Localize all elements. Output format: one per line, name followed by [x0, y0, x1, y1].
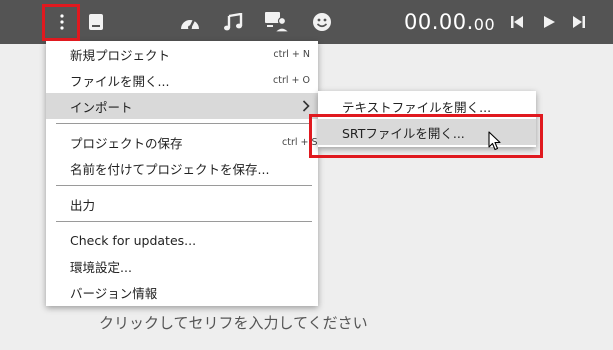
- highlight-box-srt: [309, 114, 543, 158]
- time-ms: 00: [473, 14, 496, 34]
- menu-item-label: バージョン情報: [70, 285, 158, 301]
- menu-item-label: 名前を付けてプロジェクトを保存...: [70, 161, 270, 177]
- menu-item-version[interactable]: バージョン情報: [46, 279, 318, 305]
- file-icon[interactable]: [86, 0, 106, 44]
- submenu-item-label: テキストファイルを開く...: [342, 99, 492, 115]
- menu-item-label: 新規プロジェクト: [70, 47, 171, 63]
- menu-item-label: 環境設定...: [70, 259, 132, 275]
- menu-item-output[interactable]: 出力: [46, 191, 318, 217]
- smiley-icon[interactable]: [311, 0, 333, 44]
- toolbar: 00.00. 00: [0, 0, 613, 44]
- main-menu: 新規プロジェクト ctrl + N ファイルを開く... ctrl + O イン…: [46, 41, 318, 306]
- menu-item-check-updates[interactable]: Check for updates...: [46, 227, 318, 253]
- menu-item-label: 出力: [70, 197, 96, 213]
- menu-divider: [56, 123, 312, 124]
- play-icon[interactable]: [540, 0, 558, 44]
- music-icon[interactable]: [221, 0, 245, 44]
- speedometer-icon[interactable]: [178, 0, 202, 44]
- menu-item-label: インポート: [70, 99, 133, 115]
- skip-forward-icon[interactable]: [570, 0, 588, 44]
- mouse-cursor-icon: [488, 131, 502, 155]
- shortcut-label: ctrl + N: [273, 48, 310, 60]
- dialogue-placeholder[interactable]: クリックしてセリフを入力してください: [99, 312, 368, 333]
- menu-item-label: プロジェクトの保存: [70, 135, 183, 151]
- chevron-right-icon: [302, 100, 310, 115]
- menu-item-save-as[interactable]: 名前を付けてプロジェクトを保存...: [46, 155, 318, 181]
- menu-item-label: ファイルを開く...: [70, 73, 170, 89]
- menu-item-new-project[interactable]: 新規プロジェクト ctrl + N: [46, 41, 318, 67]
- time-main: 00.00.: [404, 10, 474, 34]
- menu-item-save-project[interactable]: プロジェクトの保存 ctrl + S: [46, 129, 318, 155]
- menu-divider: [56, 221, 312, 222]
- time-display: 00.00. 00: [404, 0, 495, 44]
- menu-item-import[interactable]: インポート: [46, 93, 318, 119]
- highlight-box-menu: [42, 4, 80, 41]
- menu-item-label: Check for updates...: [70, 232, 197, 248]
- screen-user-icon[interactable]: [263, 0, 291, 44]
- shortcut-label: ctrl + O: [273, 74, 310, 86]
- skip-back-icon[interactable]: [508, 0, 526, 44]
- menu-item-settings[interactable]: 環境設定...: [46, 253, 318, 279]
- menu-item-open-file[interactable]: ファイルを開く... ctrl + O: [46, 67, 318, 93]
- menu-divider: [56, 185, 312, 186]
